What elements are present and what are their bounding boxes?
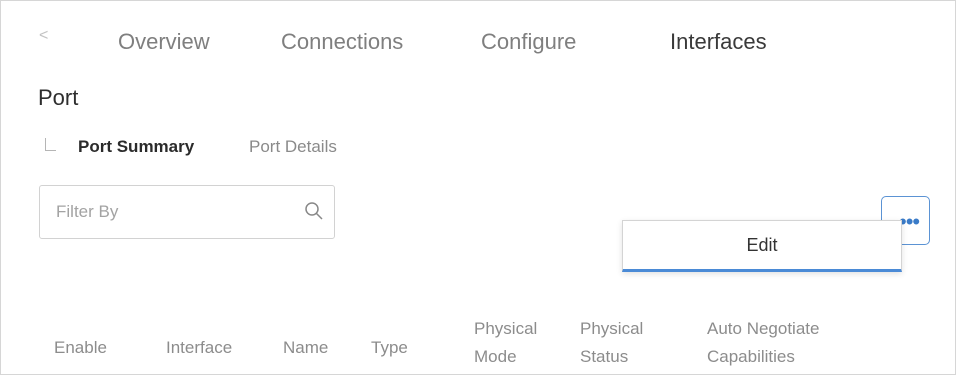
- column-header-name[interactable]: Name: [283, 334, 328, 362]
- subtab-port-details[interactable]: Port Details: [249, 137, 337, 157]
- column-header-interface[interactable]: Interface: [166, 334, 232, 362]
- column-header-physical-status[interactable]: Physical Status: [580, 315, 643, 371]
- column-header-physical-mode[interactable]: Physical Mode: [474, 315, 537, 371]
- tab-overview[interactable]: Overview: [118, 29, 210, 55]
- more-horizontal-icon: •••: [899, 209, 920, 234]
- menu-item-edit[interactable]: Edit: [623, 221, 901, 270]
- column-header-auto-negotiate-capabilities[interactable]: Auto Negotiate Capabilities: [707, 315, 819, 371]
- filter-input[interactable]: [56, 200, 276, 224]
- page-title: Port: [38, 85, 79, 110]
- column-header-enable[interactable]: Enable: [54, 334, 107, 362]
- back-chevron-icon[interactable]: <: [39, 27, 48, 45]
- tab-configure[interactable]: Configure: [481, 29, 576, 55]
- search-icon[interactable]: [303, 200, 325, 222]
- tab-interfaces[interactable]: Interfaces: [670, 29, 767, 55]
- content-frame: < Overview Connections Configure Interfa…: [0, 0, 956, 375]
- actions-dropdown-menu: Edit: [622, 220, 902, 272]
- tree-connector-icon: [45, 138, 56, 151]
- filter-box: [39, 185, 335, 239]
- tab-connections[interactable]: Connections: [281, 29, 403, 55]
- column-header-type[interactable]: Type: [371, 334, 408, 362]
- subtab-port-summary[interactable]: Port Summary: [78, 137, 194, 157]
